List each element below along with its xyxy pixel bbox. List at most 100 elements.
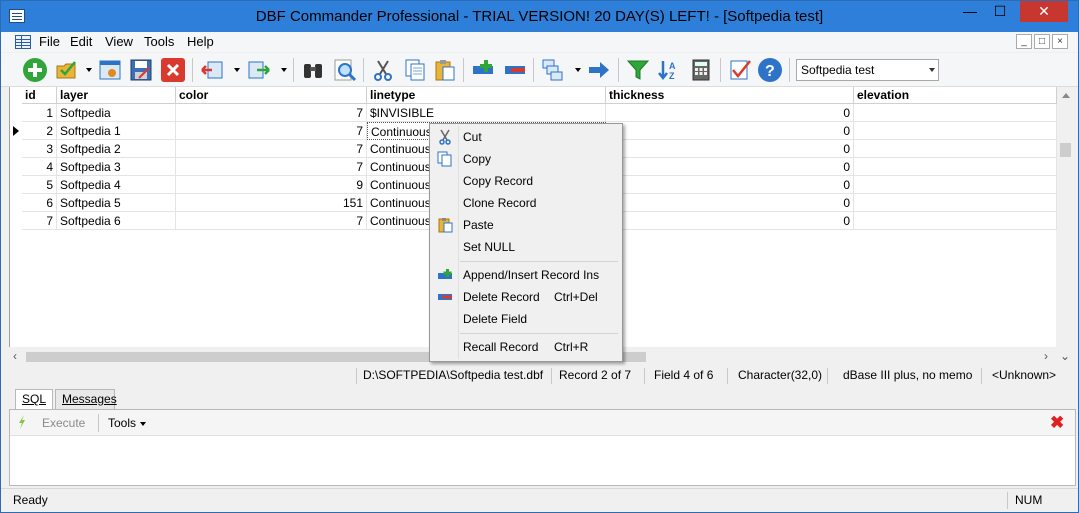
export-icon[interactable] [247, 58, 271, 82]
paste-icon[interactable] [433, 58, 457, 82]
cell-thickness[interactable]: 0 [606, 176, 854, 194]
zoom-icon[interactable] [333, 58, 357, 82]
cell-linetype[interactable]: $INVISIBLE [367, 104, 606, 122]
mdi-minimize-button[interactable]: _ [1016, 34, 1032, 49]
cell-layer[interactable]: Softpedia 2 [57, 140, 176, 158]
cell-color[interactable]: 9 [176, 176, 367, 194]
open-icon[interactable] [55, 58, 79, 82]
cell-id[interactable]: 3 [22, 140, 57, 158]
menu-item-copy-record[interactable]: Copy Record [432, 170, 620, 192]
cell-id[interactable]: 2 [22, 122, 57, 140]
row-indicator[interactable] [10, 194, 22, 212]
column-header-id[interactable]: id [22, 87, 57, 104]
cell-color[interactable]: 7 [176, 122, 367, 140]
cell-id[interactable]: 6 [22, 194, 57, 212]
cell-elevation[interactable] [854, 140, 1057, 158]
cell-elevation[interactable] [854, 194, 1057, 212]
cell-layer[interactable]: Softpedia 3 [57, 158, 176, 176]
check-icon[interactable] [728, 58, 752, 82]
cell-color[interactable]: 7 [176, 140, 367, 158]
row-indicator[interactable] [10, 176, 22, 194]
mdi-close-button[interactable]: × [1052, 34, 1068, 49]
cell-color[interactable]: 7 [176, 104, 367, 122]
cell-id[interactable]: 1 [22, 104, 57, 122]
cell-thickness[interactable]: 0 [606, 158, 854, 176]
menu-item-delete-field[interactable]: Delete Field [432, 308, 620, 330]
cell-id[interactable]: 7 [22, 212, 57, 230]
menu-view[interactable]: View [105, 34, 133, 49]
table-row[interactable]: 1 Softpedia 7 $INVISIBLE 0 [10, 104, 1057, 122]
sql-editor-area[interactable]: Execute Tools ✖ [9, 409, 1076, 486]
close-button[interactable]: ✕ [1020, 1, 1068, 22]
menu-edit[interactable]: Edit [70, 34, 92, 49]
menu-item-copy[interactable]: Copy [432, 148, 620, 170]
import-icon[interactable] [200, 58, 224, 82]
cell-thickness[interactable]: 0 [606, 212, 854, 230]
close-table-icon[interactable] [161, 58, 185, 82]
properties-icon[interactable] [98, 58, 122, 82]
cell-color[interactable]: 7 [176, 158, 367, 176]
delete-record-icon[interactable] [503, 58, 527, 82]
find-icon[interactable] [301, 58, 325, 82]
append-record-icon[interactable] [471, 58, 495, 82]
copy-icon[interactable] [403, 58, 427, 82]
column-header-linetype[interactable]: linetype [367, 87, 606, 104]
row-indicator[interactable] [10, 104, 22, 122]
column-header-thickness[interactable]: thickness [606, 87, 854, 104]
import-dropdown-arrow[interactable] [234, 68, 240, 72]
cell-color[interactable]: 7 [176, 212, 367, 230]
menu-item-delete-record[interactable]: Delete Record Ctrl+Del [432, 286, 620, 308]
row-indicator[interactable] [10, 212, 22, 230]
scroll-down-icon[interactable]: ⌄ [1060, 349, 1070, 363]
close-panel-icon[interactable]: ✖ [1050, 413, 1064, 433]
save-icon[interactable] [129, 58, 153, 82]
cell-elevation[interactable] [854, 176, 1057, 194]
cell-id[interactable]: 4 [22, 158, 57, 176]
cell-thickness[interactable]: 0 [606, 104, 854, 122]
cell-elevation[interactable] [854, 158, 1057, 176]
cell-color[interactable]: 151 [176, 194, 367, 212]
cell-layer[interactable]: Softpedia 5 [57, 194, 176, 212]
execute-button[interactable]: Execute [42, 416, 85, 430]
menu-item-clone-record[interactable]: Clone Record [432, 192, 620, 214]
tab-messages[interactable]: Messages [55, 389, 117, 409]
current-row-indicator[interactable] [10, 122, 22, 140]
scroll-up-icon[interactable] [1062, 93, 1070, 98]
menu-help[interactable]: Help [187, 34, 214, 49]
cell-thickness[interactable]: 0 [606, 194, 854, 212]
cell-id[interactable]: 5 [22, 176, 57, 194]
tab-sql[interactable]: SQL [15, 389, 53, 410]
row-indicator[interactable] [10, 140, 22, 158]
cell-layer[interactable]: Softpedia 4 [57, 176, 176, 194]
column-header-layer[interactable]: layer [57, 87, 176, 104]
open-dropdown-arrow[interactable] [86, 68, 92, 72]
sort-icon[interactable]: AZ [657, 58, 681, 82]
table-select[interactable]: Softpedia test [796, 59, 939, 81]
scroll-left-icon[interactable]: ‹ [13, 349, 17, 363]
cell-thickness[interactable]: 0 [606, 140, 854, 158]
menu-tools[interactable]: Tools [144, 34, 174, 49]
vertical-scroll-thumb[interactable] [1060, 143, 1071, 157]
cell-layer[interactable]: Softpedia [57, 104, 176, 122]
go-icon[interactable] [587, 58, 611, 82]
export-dropdown-arrow[interactable] [281, 68, 287, 72]
copy-structure-icon[interactable] [541, 58, 565, 82]
table-grid-icon[interactable] [15, 35, 31, 49]
calculator-icon[interactable] [689, 58, 713, 82]
filter-icon[interactable] [626, 58, 650, 82]
menu-item-paste[interactable]: Paste [432, 214, 620, 236]
new-record-icon[interactable] [23, 58, 47, 82]
title-bar[interactable]: DBF Commander Professional - TRIAL VERSI… [1, 1, 1078, 32]
menu-item-append-insert-record[interactable]: Append/Insert Record Ins [432, 264, 620, 286]
cell-elevation[interactable] [854, 104, 1057, 122]
chevron-down-icon[interactable] [929, 68, 935, 72]
menu-file[interactable]: File [39, 34, 60, 49]
cut-icon[interactable] [371, 58, 395, 82]
maximize-button[interactable]: ☐ [986, 1, 1014, 22]
mdi-restore-button[interactable]: □ [1034, 34, 1050, 49]
scroll-right-icon[interactable]: › [1044, 349, 1048, 363]
cell-layer[interactable]: Softpedia 1 [57, 122, 176, 140]
cell-thickness[interactable]: 0 [606, 122, 854, 140]
copy-structure-dropdown-arrow[interactable] [575, 68, 581, 72]
tools-dropdown-button[interactable]: Tools [108, 416, 147, 430]
